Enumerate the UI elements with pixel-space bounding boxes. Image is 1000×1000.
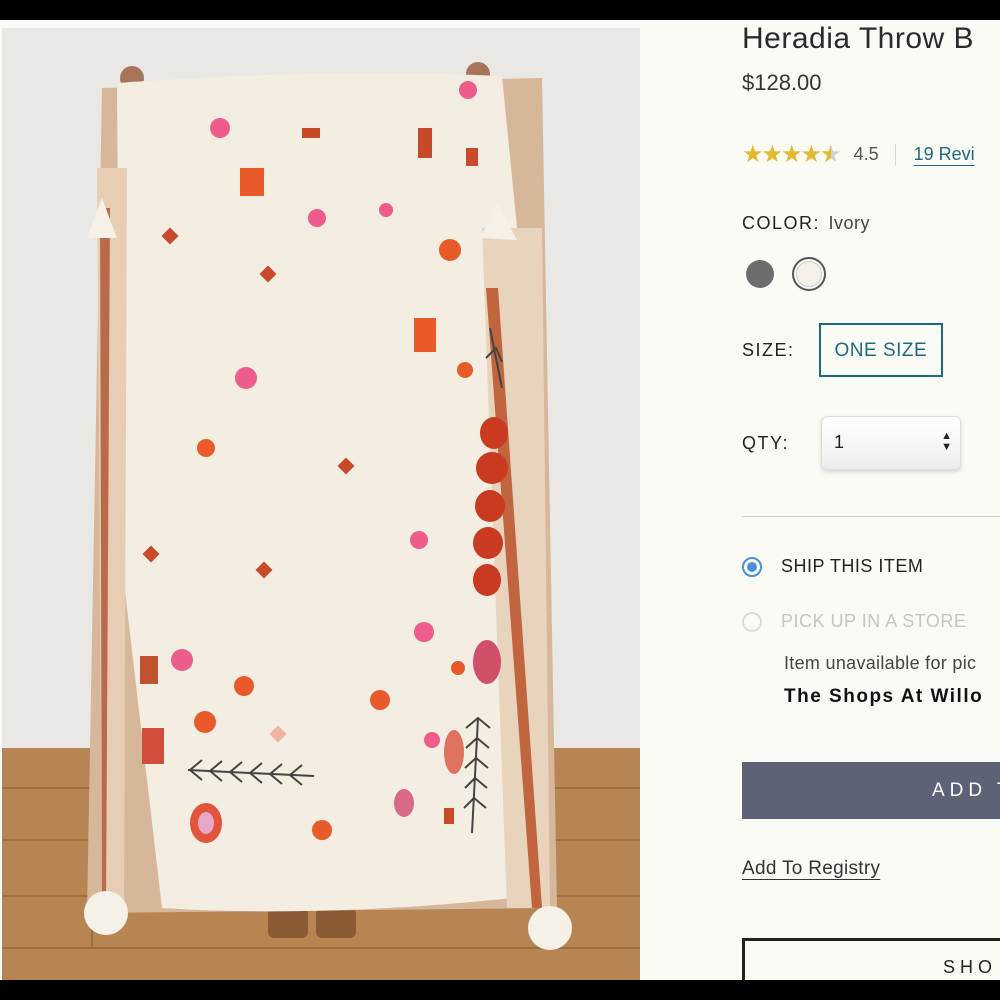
qty-value: 1 xyxy=(834,432,845,452)
pickup-unavailable-text: Item unavailable for pic xyxy=(784,653,977,673)
pickup-label: PICK UP IN A STORE xyxy=(781,611,967,631)
pickup-radio[interactable] xyxy=(742,611,762,632)
product-price: $128.00 xyxy=(742,70,822,95)
reviews-link[interactable]: 19 Revi xyxy=(914,144,975,165)
quantity-selector: QTY: 1 ▲ ▼ xyxy=(742,416,962,470)
color-swatches xyxy=(746,257,826,291)
swatch-ivory xyxy=(796,261,822,287)
rating-value: 4.5 xyxy=(853,144,879,164)
swatch-ivory-selected[interactable] xyxy=(792,257,826,291)
ship-option[interactable]: SHIP THIS ITEM xyxy=(742,556,923,577)
color-label: COLOR: xyxy=(742,213,821,233)
rating-summary: ★★★★★★ 4.5 19 Revi xyxy=(742,140,975,169)
product-page: Heradia Throw B $128.00 ★★★★★★ 4.5 19 Re… xyxy=(0,20,1000,980)
product-image[interactable] xyxy=(2,28,640,980)
qty-label: QTY: xyxy=(742,432,790,453)
updown-arrows-icon: ▲ ▼ xyxy=(941,430,953,453)
color-selector: COLOR: Ivory xyxy=(742,213,870,234)
size-label: SIZE: xyxy=(742,339,795,360)
add-to-basket-button[interactable]: ADD T xyxy=(742,762,1000,819)
size-option-button[interactable]: ONE SIZE xyxy=(818,323,944,377)
product-details: Heradia Throw B $128.00 ★★★★★★ 4.5 19 Re… xyxy=(742,20,1000,980)
shop-button[interactable]: SHO xyxy=(742,938,1000,980)
size-selector: SIZE: ONE SIZE xyxy=(742,323,944,377)
store-name[interactable]: The Shops At Willo xyxy=(784,686,983,708)
add-to-registry-link[interactable]: Add To Registry xyxy=(742,858,880,880)
color-value: Ivory xyxy=(828,213,870,233)
rating-stars-icon: ★★★★★★ xyxy=(742,141,842,168)
ship-radio[interactable] xyxy=(742,556,762,577)
ship-label: SHIP THIS ITEM xyxy=(781,556,924,576)
pickup-option[interactable]: PICK UP IN A STORE xyxy=(742,611,966,632)
swatch-gray[interactable] xyxy=(746,260,774,288)
section-divider xyxy=(742,516,1000,517)
qty-select[interactable]: 1 ▲ ▼ xyxy=(821,416,962,470)
product-title: Heradia Throw B xyxy=(742,22,975,55)
rating-divider xyxy=(894,143,896,166)
